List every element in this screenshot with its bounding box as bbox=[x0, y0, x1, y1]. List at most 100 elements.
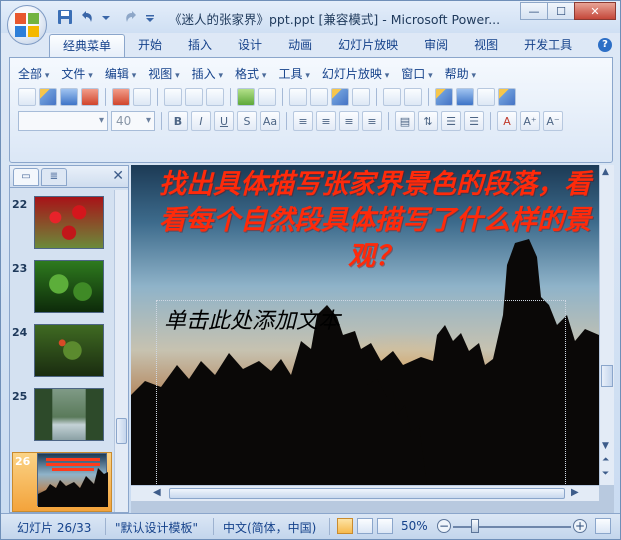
slide-thumbnail[interactable]: 23 bbox=[10, 260, 114, 320]
align-left-icon[interactable]: ≡ bbox=[293, 111, 313, 131]
align-center-icon[interactable]: ≡ bbox=[316, 111, 336, 131]
email-icon[interactable] bbox=[133, 88, 151, 106]
menu-view[interactable]: 视图 bbox=[148, 65, 179, 83]
format-painter-icon[interactable] bbox=[352, 88, 370, 106]
pdf-icon[interactable] bbox=[112, 88, 130, 106]
menu-slideshow[interactable]: 幻灯片放映 bbox=[322, 65, 389, 83]
language-indicator[interactable]: 中文(简体，中国) bbox=[223, 519, 316, 536]
scroll-thumb[interactable] bbox=[601, 365, 613, 387]
tab-design[interactable]: 设计 bbox=[225, 34, 275, 58]
zoom-level[interactable]: 50% bbox=[401, 519, 428, 533]
spelling-icon[interactable] bbox=[237, 88, 255, 106]
menu-format[interactable]: 格式 bbox=[235, 65, 266, 83]
bold-button[interactable]: B bbox=[168, 111, 188, 131]
menu-tools[interactable]: 工具 bbox=[278, 65, 309, 83]
close-button[interactable]: ✕ bbox=[574, 2, 616, 20]
numbering-icon[interactable]: ☰ bbox=[441, 111, 461, 131]
translate-icon[interactable] bbox=[258, 88, 276, 106]
font-color-icon[interactable]: A bbox=[497, 111, 517, 131]
grow-font-icon[interactable]: A⁺ bbox=[520, 111, 540, 131]
tab-slideshow[interactable]: 幻灯片放映 bbox=[325, 34, 411, 58]
scroll-down-icon[interactable]: ▼ bbox=[602, 441, 609, 451]
scroll-thumb[interactable] bbox=[116, 418, 127, 444]
menu-all[interactable]: 全部 bbox=[18, 65, 49, 83]
undo-toolbar-icon[interactable] bbox=[383, 88, 401, 106]
slide-thumbnail[interactable]: 24 bbox=[10, 324, 114, 384]
undo-icon[interactable] bbox=[79, 9, 95, 25]
permission-icon[interactable] bbox=[81, 88, 99, 106]
slide-title[interactable]: 找出具体描写张家界景色的段落，看看每个自然段具体描写了什么样的景观？ bbox=[151, 167, 599, 275]
tab-insert[interactable]: 插入 bbox=[175, 34, 225, 58]
hyperlink-icon[interactable] bbox=[477, 88, 495, 106]
tab-view[interactable]: 视图 bbox=[461, 34, 511, 58]
slide-sorter-icon[interactable] bbox=[357, 518, 373, 534]
previous-slide-icon[interactable]: ⏶ bbox=[602, 455, 609, 465]
shrink-font-icon[interactable]: A⁻ bbox=[543, 111, 563, 131]
slide-thumbnail[interactable]: 22 bbox=[10, 196, 114, 256]
menu-edit[interactable]: 编辑 bbox=[105, 65, 136, 83]
zoom-in-icon[interactable]: + bbox=[573, 519, 587, 533]
columns-icon[interactable]: ▤ bbox=[395, 111, 415, 131]
design-template[interactable]: "默认设计模板" bbox=[115, 519, 198, 536]
placeholder-text[interactable]: 单击此处添加文本 bbox=[164, 303, 340, 335]
slide-canvas[interactable]: 找出具体描写张家界景色的段落，看看每个自然段具体描写了什么样的景观？ 单击此处添… bbox=[131, 165, 599, 485]
insert-picture-icon[interactable] bbox=[498, 88, 516, 106]
tab-review[interactable]: 审阅 bbox=[411, 34, 461, 58]
tab-home[interactable]: 开始 bbox=[125, 34, 175, 58]
fit-to-window-icon[interactable] bbox=[595, 518, 611, 534]
change-case-button[interactable]: Aa bbox=[260, 111, 280, 131]
menu-help[interactable]: 帮助 bbox=[445, 65, 476, 83]
new-file-icon[interactable] bbox=[18, 88, 36, 106]
slide-vertical-scrollbar[interactable]: ▲ ▼ ⏶ ⏷ bbox=[599, 165, 614, 485]
font-size-combo[interactable]: 40 bbox=[111, 111, 155, 131]
chart-icon[interactable] bbox=[435, 88, 453, 106]
slides-tab-icon[interactable]: ▭ bbox=[13, 168, 39, 186]
menu-window[interactable]: 窗口 bbox=[401, 65, 432, 83]
research-icon[interactable] bbox=[206, 88, 224, 106]
scroll-right-icon[interactable]: ▶ bbox=[571, 487, 579, 498]
maximize-button[interactable]: ☐ bbox=[547, 2, 575, 20]
save-icon[interactable] bbox=[57, 9, 73, 25]
menu-insert[interactable]: 插入 bbox=[192, 65, 223, 83]
thumbnail-scrollbar[interactable] bbox=[114, 190, 128, 512]
slide-thumbnail[interactable]: 25 bbox=[10, 388, 114, 448]
open-folder-icon[interactable] bbox=[39, 88, 57, 106]
menu-file[interactable]: 文件 bbox=[61, 65, 92, 83]
print-preview-icon[interactable] bbox=[185, 88, 203, 106]
minimize-button[interactable]: — bbox=[520, 2, 548, 20]
slide-thumbnail-selected[interactable]: 26 bbox=[12, 452, 112, 512]
table-icon[interactable] bbox=[456, 88, 474, 106]
slide-horizontal-scrollbar[interactable]: ◀ ▶ bbox=[131, 485, 599, 501]
tab-classic-menu[interactable]: 经典菜单 bbox=[49, 34, 126, 58]
paste-icon[interactable] bbox=[331, 88, 349, 106]
scroll-left-icon[interactable]: ◀ bbox=[153, 487, 161, 498]
close-panel-icon[interactable]: ✕ bbox=[112, 168, 124, 184]
customize-toolbar-icon[interactable] bbox=[145, 9, 161, 25]
outline-tab-icon[interactable]: ≣ bbox=[41, 168, 67, 186]
shadow-button[interactable]: S bbox=[237, 111, 257, 131]
redo-icon[interactable] bbox=[123, 9, 139, 25]
tab-developer[interactable]: 开发工具 bbox=[511, 34, 585, 58]
normal-view-icon[interactable] bbox=[337, 518, 353, 534]
redo-toolbar-icon[interactable] bbox=[404, 88, 422, 106]
italic-button[interactable]: I bbox=[191, 111, 211, 131]
zoom-out-icon[interactable]: − bbox=[437, 519, 451, 533]
help-icon[interactable]: ? bbox=[598, 38, 612, 52]
cut-icon[interactable] bbox=[289, 88, 307, 106]
underline-button[interactable]: U bbox=[214, 111, 234, 131]
office-button[interactable] bbox=[7, 5, 47, 45]
chevron-down-icon[interactable] bbox=[101, 9, 117, 25]
next-slide-icon[interactable]: ⏷ bbox=[602, 469, 609, 479]
copy-icon[interactable] bbox=[310, 88, 328, 106]
tab-animation[interactable]: 动画 bbox=[275, 34, 325, 58]
scroll-up-icon[interactable]: ▲ bbox=[602, 167, 609, 177]
justify-icon[interactable]: ≡ bbox=[362, 111, 382, 131]
scroll-thumb[interactable] bbox=[169, 488, 565, 499]
zoom-slider-handle[interactable] bbox=[471, 519, 479, 533]
text-direction-icon[interactable]: ⇅ bbox=[418, 111, 438, 131]
print-icon[interactable] bbox=[164, 88, 182, 106]
align-right-icon[interactable]: ≡ bbox=[339, 111, 359, 131]
slideshow-view-icon[interactable] bbox=[377, 518, 393, 534]
bullets-icon[interactable]: ☰ bbox=[464, 111, 484, 131]
save-file-icon[interactable] bbox=[60, 88, 78, 106]
